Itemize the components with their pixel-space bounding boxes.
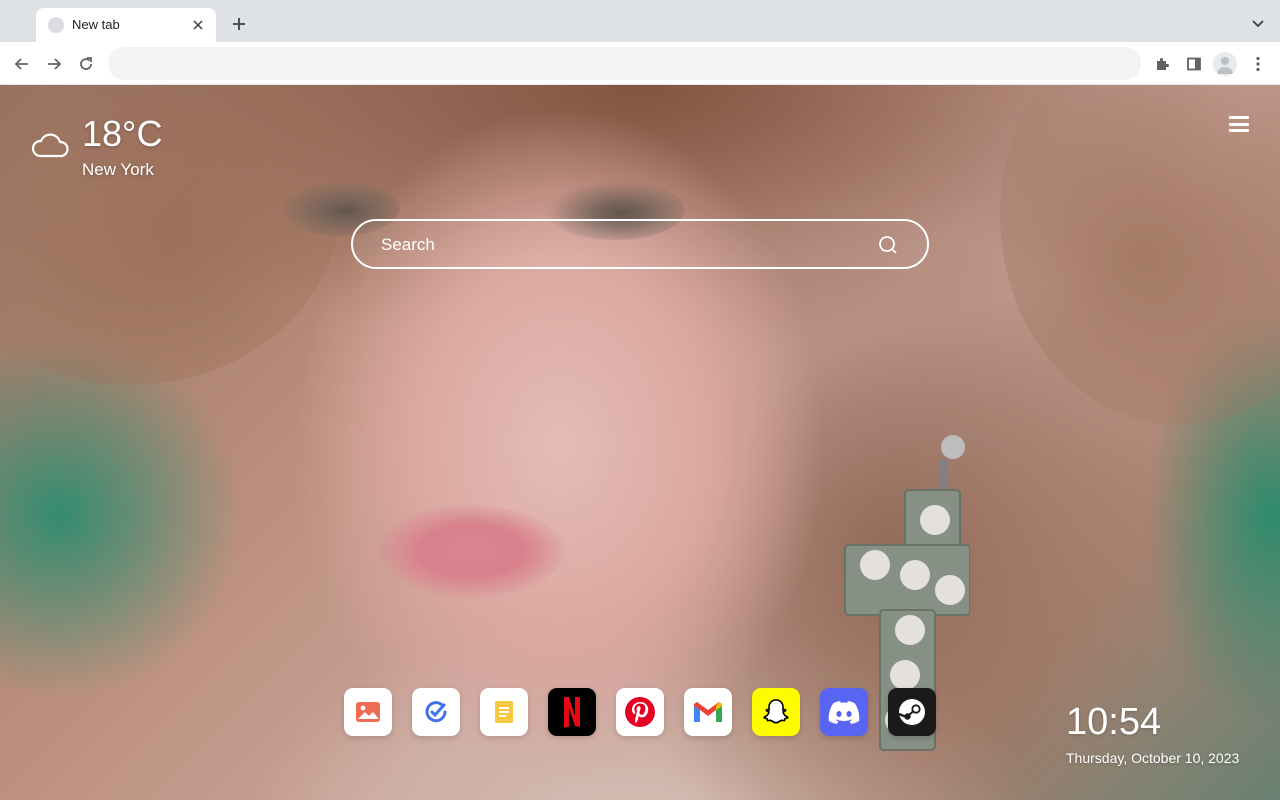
tab-new-tab[interactable]: New tab — [36, 8, 216, 42]
kebab-menu-icon — [1256, 56, 1260, 72]
hamburger-menu-icon[interactable] — [1226, 113, 1252, 135]
clock-date: Thursday, October 10, 2023 — [1066, 750, 1240, 766]
back-arrow-icon — [14, 58, 28, 70]
forward-button[interactable] — [40, 50, 68, 78]
browser-menu-button[interactable] — [1244, 50, 1272, 78]
temperature: 18°C — [82, 113, 163, 154]
shortcuts-dock — [344, 688, 936, 736]
shortcut-discord[interactable] — [820, 688, 868, 736]
tab-search-chevron-icon[interactable] — [1248, 13, 1268, 35]
check-icon — [425, 701, 447, 723]
side-panel-button[interactable] — [1180, 50, 1208, 78]
back-button[interactable] — [8, 50, 36, 78]
new-tab-page: 18°C New York Search 10:54 Thursday, Oct… — [0, 85, 1280, 800]
menu-bar — [1229, 122, 1249, 126]
search-input[interactable] — [381, 233, 861, 257]
shortcut-notes[interactable] — [480, 688, 528, 736]
shortcut-steam[interactable] — [888, 688, 936, 736]
photo-icon — [356, 702, 380, 722]
shortcut-photos[interactable] — [344, 688, 392, 736]
extensions-button[interactable] — [1148, 50, 1176, 78]
shortcut-tasks[interactable] — [412, 688, 460, 736]
tab-title: New tab — [72, 17, 120, 32]
reload-button[interactable] — [72, 50, 100, 78]
new-tab-button[interactable] — [228, 13, 250, 35]
cloud-icon — [31, 133, 69, 158]
side-panel-icon — [1187, 57, 1201, 71]
shortcut-pinterest[interactable] — [616, 688, 664, 736]
profile-avatar[interactable] — [1213, 52, 1237, 76]
address-bar[interactable] — [108, 47, 1141, 80]
netflix-icon — [564, 697, 580, 728]
gmail-icon — [694, 702, 722, 722]
snapchat-icon — [763, 699, 789, 724]
steam-icon — [898, 699, 925, 725]
tab-favicon-icon — [48, 17, 64, 33]
search-box[interactable] — [351, 219, 929, 269]
browser-toolbar — [0, 42, 1280, 85]
notes-icon — [495, 701, 513, 723]
shortcut-snapchat[interactable] — [752, 688, 800, 736]
puzzle-icon — [1157, 58, 1169, 70]
pinterest-icon — [625, 697, 655, 727]
discord-icon — [828, 701, 860, 724]
reload-icon — [80, 57, 92, 70]
shortcut-netflix[interactable] — [548, 688, 596, 736]
tab-close-icon[interactable] — [188, 15, 208, 35]
tab-strip: New tab — [0, 0, 1280, 42]
city-name: New York — [82, 160, 154, 179]
menu-bar — [1229, 129, 1249, 132]
person-icon — [1217, 57, 1233, 74]
shortcut-gmail[interactable] — [684, 688, 732, 736]
clock-time: 10:54 — [1066, 701, 1162, 743]
search-icon[interactable] — [877, 234, 899, 256]
forward-arrow-icon — [48, 58, 62, 70]
menu-bar — [1229, 116, 1249, 119]
